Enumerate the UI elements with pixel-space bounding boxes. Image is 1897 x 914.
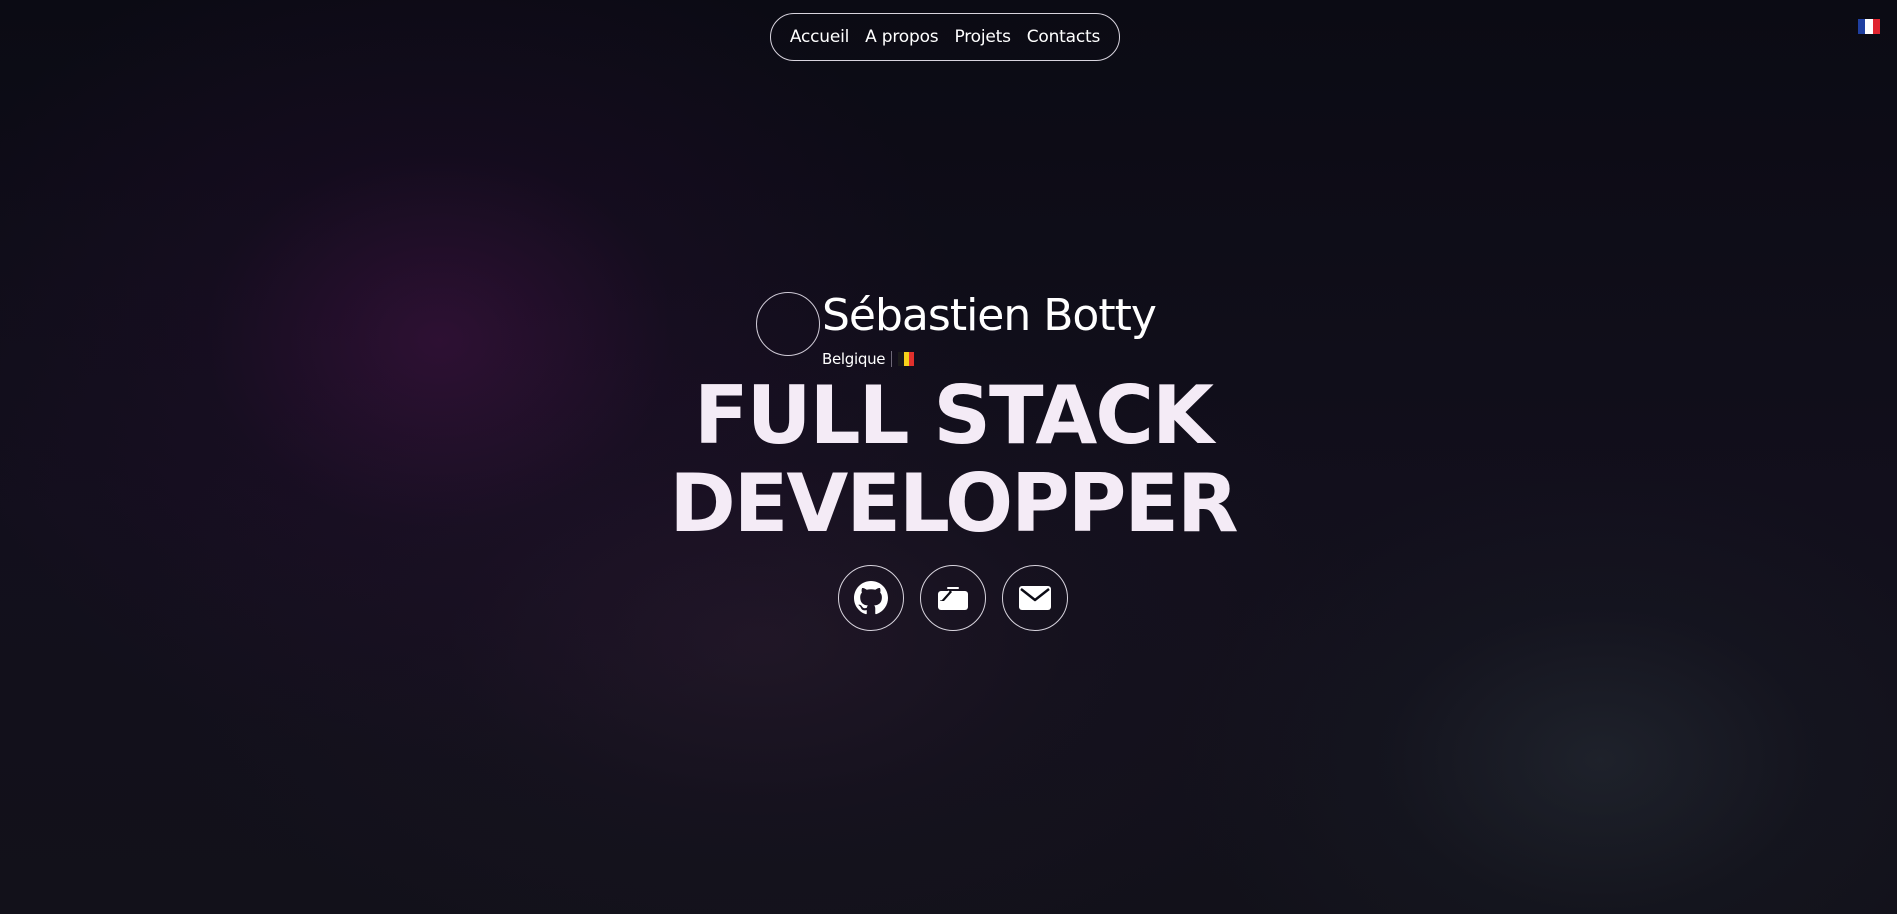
nav-item-accueil[interactable]: Accueil (790, 27, 850, 47)
profile-name: Sébastien Botty (822, 290, 1157, 341)
country-label: Belgique (822, 350, 886, 368)
portfolio-button[interactable] (920, 565, 986, 631)
nav-item-a-propos[interactable]: A propos (865, 27, 938, 47)
nav-item-projets[interactable]: Projets (954, 27, 1010, 47)
nav-item-contacts[interactable]: Contacts (1027, 27, 1101, 47)
social-links (838, 565, 1068, 631)
avatar (756, 292, 820, 356)
france-flag-icon[interactable] (1858, 19, 1880, 34)
email-button[interactable] (1002, 565, 1068, 631)
headline: FULL STACK DEVELOPPER (548, 372, 1358, 548)
portfolio-card-icon (936, 584, 970, 612)
headline-line-2: DEVELOPPER (669, 457, 1238, 550)
country-line: Belgique (822, 350, 915, 368)
headline-line-1: FULL STACK (693, 369, 1214, 462)
main-nav: Accueil A propos Projets Contacts (770, 13, 1120, 61)
github-button[interactable] (838, 565, 904, 631)
belgium-flag-icon (898, 352, 915, 366)
country-divider (891, 351, 893, 367)
mail-icon (1018, 584, 1052, 612)
github-icon (854, 581, 888, 615)
